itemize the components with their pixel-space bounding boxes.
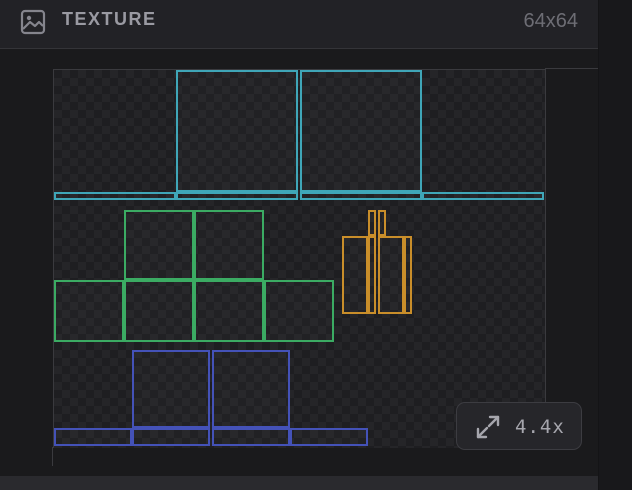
canvas-border — [545, 68, 598, 69]
uv-island-arm-bottom[interactable] — [378, 210, 386, 236]
panel-header: TEXTURE 64x64 — [0, 0, 598, 49]
expand-icon — [476, 415, 500, 439]
uv-island-leg-side[interactable] — [212, 428, 290, 446]
uv-island-body-side[interactable] — [194, 280, 264, 342]
bottom-bar — [0, 476, 598, 490]
uv-island-head-side[interactable] — [54, 192, 176, 200]
uv-island-arm-back[interactable] — [404, 236, 412, 314]
uv-island-leg-front[interactable] — [132, 428, 210, 446]
uv-island-leg-bottom[interactable] — [212, 350, 290, 428]
image-icon — [20, 9, 46, 35]
uv-island-body-bottom[interactable] — [194, 210, 264, 280]
scrollbar-track[interactable] — [598, 0, 632, 490]
uv-island-head-front[interactable] — [176, 192, 298, 200]
uv-island-arm-top[interactable] — [368, 210, 376, 236]
canvas-border — [545, 68, 546, 448]
uv-island-leg-side[interactable] — [54, 428, 132, 446]
uv-island-arm-front[interactable] — [368, 236, 376, 314]
texture-size: 64x64 — [523, 10, 579, 32]
uv-island-head-bottom[interactable] — [300, 70, 422, 192]
uv-island-body-front[interactable] — [124, 280, 194, 342]
canvas-border — [52, 447, 53, 466]
uv-island-leg-top[interactable] — [132, 350, 210, 428]
zoom-level: 4.4x — [515, 416, 565, 438]
uv-island-body-top[interactable] — [124, 210, 194, 280]
uv-island-arm-side[interactable] — [378, 236, 404, 314]
uv-island-leg-back[interactable] — [290, 428, 368, 446]
uv-island-head-top[interactable] — [176, 70, 298, 192]
uv-island-head-back[interactable] — [422, 192, 544, 200]
uv-island-arm-side[interactable] — [342, 236, 368, 314]
panel-title: TEXTURE — [62, 9, 157, 29]
zoom-button[interactable]: 4.4x — [456, 402, 582, 450]
uv-island-head-side[interactable] — [300, 192, 422, 200]
uv-island-body-side[interactable] — [54, 280, 124, 342]
uv-island-body-back[interactable] — [264, 280, 334, 342]
